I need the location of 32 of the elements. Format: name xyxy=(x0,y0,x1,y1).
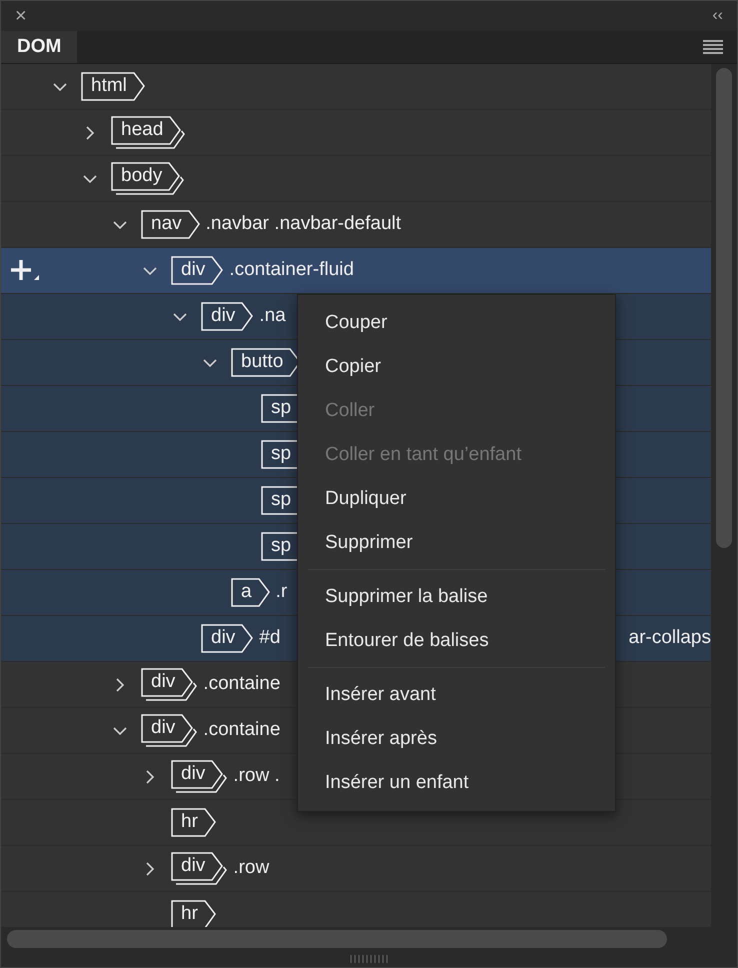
scrollbar-thumb[interactable] xyxy=(7,930,667,948)
class-name: .containe xyxy=(203,718,280,742)
menu-item[interactable]: Supprimer la balise xyxy=(298,575,615,619)
tag-label[interactable]: hr xyxy=(171,900,216,927)
class-name: .na xyxy=(259,304,286,328)
class-name: .navbar .navbar-default xyxy=(206,212,402,236)
resize-grip-icon[interactable] xyxy=(349,955,389,963)
class-name: #d xyxy=(259,626,280,650)
class-name: .container-fluid xyxy=(229,258,354,282)
class-name: ar-collaps xyxy=(628,626,711,650)
dom-tab[interactable]: DOM xyxy=(1,31,78,63)
tag-label[interactable]: hr xyxy=(171,808,216,837)
close-button[interactable]: × xyxy=(11,6,31,26)
class-name: .r xyxy=(276,580,288,604)
tag-label[interactable]: a xyxy=(231,578,270,607)
collapse-button[interactable]: ‹‹ xyxy=(708,8,727,24)
selected-row[interactable]: div .container-fluid xyxy=(1,248,711,294)
scrollbar-thumb[interactable] xyxy=(716,68,732,548)
tag-label[interactable]: nav xyxy=(141,210,200,239)
tag-label[interactable]: div xyxy=(201,624,254,653)
class-name: .containe xyxy=(203,672,280,696)
class-name: .row . xyxy=(233,764,280,788)
class-name: .row xyxy=(233,856,270,880)
menu-item[interactable]: Entourer de balises xyxy=(298,619,615,663)
menu-item[interactable]: Insérer après xyxy=(298,717,615,761)
tag-label[interactable]: div xyxy=(171,256,224,285)
menu-item[interactable]: Couper xyxy=(298,301,615,345)
menu-item[interactable]: Insérer avant xyxy=(298,673,615,717)
menu-icon[interactable] xyxy=(703,40,723,54)
menu-item[interactable]: Insérer un enfant xyxy=(298,761,615,805)
tag-label[interactable]: div xyxy=(201,302,254,331)
tag-label[interactable]: html xyxy=(81,72,145,101)
